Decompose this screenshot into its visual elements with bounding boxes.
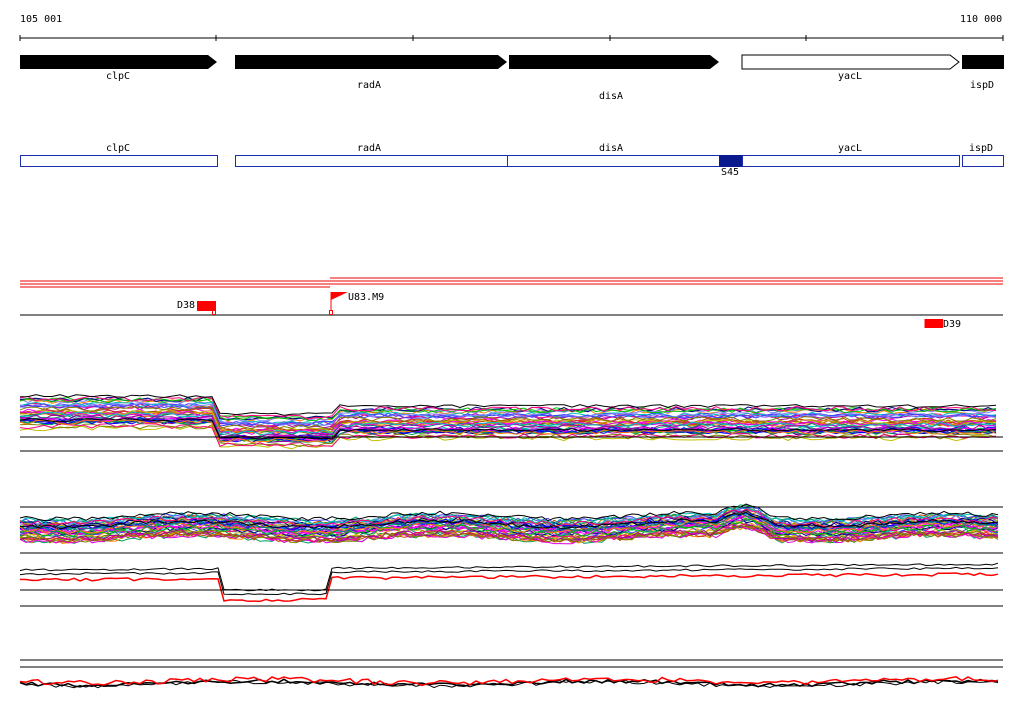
gene-label-radA: radA <box>357 80 382 91</box>
gene-box-disA[interactable] <box>507 155 743 167</box>
flag-label-D39: D39 <box>943 319 962 330</box>
gene-arrow-clpC[interactable] <box>20 55 217 69</box>
box-label-disA: disA <box>599 143 624 154</box>
gene-box-radA[interactable] <box>235 155 508 167</box>
coord-start-label: 105 001 <box>20 14 63 25</box>
box-marker-S45[interactable] <box>719 155 742 167</box>
gene-label-disA: disA <box>599 91 624 102</box>
flag-U83.M9[interactable] <box>329 292 349 315</box>
box-label-yacL: yacL <box>838 143 863 154</box>
flag-D39[interactable] <box>924 319 943 328</box>
gene-box-yacL[interactable] <box>742 155 960 167</box>
box-label-clpC: clpC <box>106 143 131 154</box>
coordinate-ruler <box>19 35 1004 41</box>
gene-arrow-ispD[interactable] <box>962 55 1004 69</box>
gene-box-ispD[interactable] <box>962 155 1004 167</box>
track-canvas <box>19 35 1004 689</box>
segment-track <box>20 277 1003 328</box>
gene-arrow-track <box>20 54 1004 70</box>
flag-D38[interactable] <box>197 301 216 315</box>
coord-end-label: 110 000 <box>960 14 1003 25</box>
gene-label-ispD: ispD <box>970 80 995 91</box>
gene-label-clpC: clpC <box>106 71 131 82</box>
box-label-radA: radA <box>357 143 382 154</box>
flag-label-D38: D38 <box>177 300 196 311</box>
box-marker-label: S45 <box>721 167 740 178</box>
profile-line <box>19 572 999 603</box>
genome-browser-view: 105 001 110 000 clpC radA disA yacL ispD… <box>0 0 1024 714</box>
gene-arrow-disA[interactable] <box>509 55 719 69</box>
gene-label-yacL: yacL <box>838 71 863 82</box>
gene-box-clpC[interactable] <box>20 155 218 167</box>
flag-label-U83.M9: U83.M9 <box>348 292 385 303</box>
gene-arrow-radA[interactable] <box>235 55 507 69</box>
gene-arrow-yacL[interactable] <box>741 54 960 70</box>
profile-line <box>19 566 999 596</box>
expression-profile-tracks <box>19 394 1003 689</box>
box-label-ispD: ispD <box>969 143 994 154</box>
gene-box-track <box>20 155 1004 167</box>
